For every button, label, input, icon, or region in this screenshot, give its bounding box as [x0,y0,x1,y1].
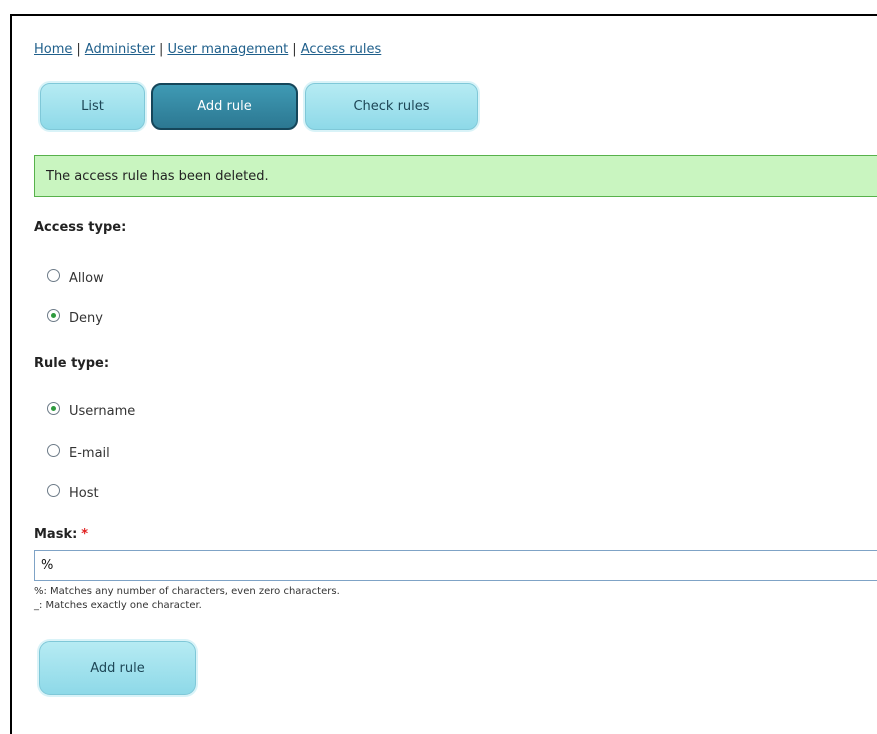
breadcrumb-separator: | [292,42,297,57]
mask-input[interactable] [34,550,877,581]
breadcrumb-separator: | [159,42,164,57]
radio-label: Allow [69,271,104,286]
breadcrumb: Home | Administer | User management | Access r… [34,42,381,57]
radio-rule-email[interactable]: E-mail [47,443,110,461]
radio-label: Username [69,404,136,419]
mask-help-percent: %: Matches any number of characters, eve… [34,586,340,597]
status-message: The access rule has been deleted. [34,155,877,197]
tab-check-rules[interactable]: Check rules [305,83,478,130]
tab-list[interactable]: List [40,83,145,130]
mask-label-text: Mask: [34,527,78,542]
access-type-heading: Access type: [34,220,127,235]
radio-label: E-mail [69,446,110,461]
breadcrumb-separator: | [76,42,81,57]
mask-help-underscore: _: Matches exactly one character. [34,600,202,611]
radio-button[interactable] [47,444,60,457]
radio-button[interactable] [47,269,60,282]
radio-access-deny[interactable]: Deny [47,308,103,326]
add-rule-button[interactable]: Add rule [39,641,196,695]
breadcrumb-link-user-management[interactable]: User management [167,42,288,57]
mask-label: Mask: * [34,527,88,542]
radio-button-checked[interactable] [47,402,60,415]
tab-add-rule[interactable]: Add rule [151,83,298,130]
breadcrumb-link-home[interactable]: Home [34,42,72,57]
radio-rule-username[interactable]: Username [47,401,136,419]
radio-button-checked[interactable] [47,309,60,322]
required-marker: * [81,527,89,542]
status-message-text: The access rule has been deleted. [46,168,269,184]
breadcrumb-link-access-rules[interactable]: Access rules [301,42,382,57]
radio-button[interactable] [47,484,60,497]
radio-rule-host[interactable]: Host [47,483,99,501]
radio-label: Host [69,486,99,501]
breadcrumb-link-administer[interactable]: Administer [85,42,155,57]
radio-access-allow[interactable]: Allow [47,268,104,286]
rule-type-heading: Rule type: [34,356,110,371]
radio-label: Deny [69,311,103,326]
